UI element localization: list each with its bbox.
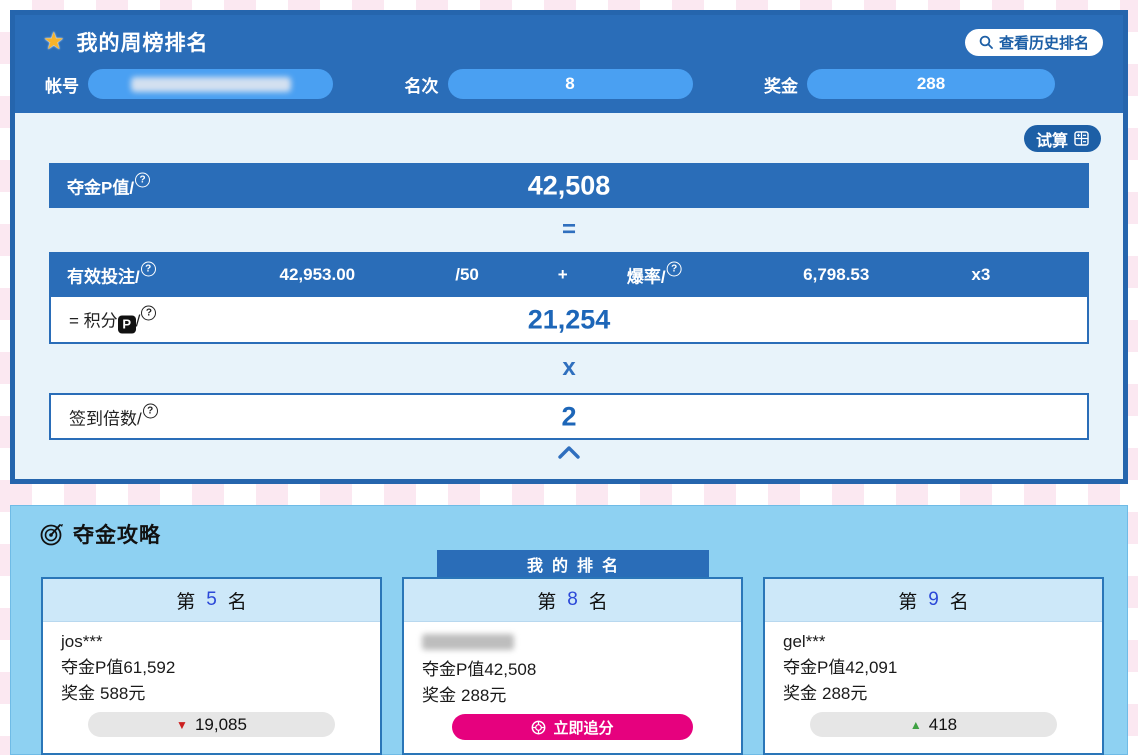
burst-multiplier: x3 [971, 265, 990, 285]
player-name-blurred [422, 634, 514, 650]
points-gap-badge: ▲ 418 [810, 712, 1057, 737]
weekly-ranking-header: ★ 我的周榜排名 查看历史排名 帐号 名次 8 [15, 15, 1123, 113]
signin-multiplier-label: 签到倍数/? [69, 404, 158, 429]
valid-bet-label: 有效投注/? [67, 262, 156, 287]
my-rank-tab: 我的排名 [437, 550, 709, 577]
rank-value-pill: 8 [448, 69, 693, 99]
rank-value: 8 [565, 74, 574, 94]
rank-card-9: 第 9 名 gel*** 夺金P值42,091 奖金288元 ▲ 418 [763, 577, 1104, 755]
view-history-ranking-label: 查看历史排名 [999, 32, 1089, 53]
prize-label: 奖金 [764, 72, 798, 97]
rank-number: 8 [567, 589, 578, 611]
account-value-pill [88, 69, 333, 99]
times-operator: x [15, 356, 1123, 380]
burst-rate-value: 6,798.53 [803, 265, 869, 285]
points-gap-value: 19,085 [195, 712, 247, 738]
calc-panel: 试算 夺金P值/? 42,508 = [15, 113, 1123, 464]
burst-rate-label: 爆率/? [627, 262, 682, 287]
player-prize-line: 奖金288元 [422, 683, 723, 709]
player-name: jos*** [61, 629, 362, 655]
search-icon [979, 35, 993, 49]
p-badge-icon: P [118, 315, 136, 333]
trial-calc-label: 试算 [1036, 127, 1068, 151]
player-prize-line: 奖金288元 [783, 681, 1084, 707]
bet-burst-row: 有效投注/? 42,953.00 /50 + 爆率/? 6,798.53 x3 [49, 252, 1089, 297]
prize-value-pill: 288 [807, 69, 1055, 99]
help-icon[interactable]: ? [135, 172, 150, 187]
help-icon[interactable]: ? [667, 261, 682, 276]
view-history-ranking-button[interactable]: 查看历史排名 [965, 29, 1103, 56]
player-p-value-line: 夺金P值42,091 [783, 655, 1084, 681]
bet-divisor: /50 [455, 265, 479, 285]
strategy-panel: 夺金攻略 第 5 名 jos*** 夺金P值61,592 奖金588元 ▼ [10, 505, 1128, 755]
account-value-blurred [131, 77, 291, 92]
strategy-title: 夺金攻略 [73, 519, 161, 549]
help-icon[interactable]: ? [141, 305, 156, 320]
plus-operator: + [558, 265, 568, 285]
weekly-ranking-panel: ★ 我的周榜排名 查看历史排名 帐号 名次 8 [10, 10, 1128, 484]
player-p-value-line: 夺金P值42,508 [422, 657, 723, 683]
rank-label: 名次 [405, 72, 439, 97]
chase-points-button[interactable]: 立即追分 [452, 714, 693, 740]
equals-operator: = [15, 218, 1123, 242]
rank-number: 9 [928, 589, 939, 611]
points-label: = 积分P/? [69, 306, 156, 333]
player-p-value-line: 夺金P值61,592 [61, 655, 362, 681]
prize-value: 288 [917, 74, 945, 94]
valid-bet-value: 42,953.00 [279, 265, 355, 285]
chase-points-label: 立即追分 [553, 717, 613, 738]
points-gap-value: 418 [929, 712, 957, 738]
calculator-icon [1074, 131, 1089, 146]
points-gap-badge: ▼ 19,085 [88, 712, 335, 737]
p-value-row: 夺金P值/? 42,508 [49, 163, 1089, 208]
star-icon: ★ [43, 30, 65, 54]
help-icon[interactable]: ? [143, 403, 158, 418]
collapse-chevron-icon[interactable] [557, 446, 581, 459]
signin-multiplier-value: 2 [561, 401, 576, 432]
player-name: gel*** [783, 629, 1084, 655]
p-value-label: 夺金P值/? [67, 173, 150, 198]
rank-card-5: 第 5 名 jos*** 夺金P值61,592 奖金588元 ▼ 19,085 [41, 577, 382, 755]
p-value: 42,508 [528, 170, 611, 201]
rank-card-8-header: 第 8 名 [404, 579, 741, 622]
dartboard-icon [39, 521, 65, 547]
rank-card-8-mine: 我的排名 第 8 名 夺金P值42,508 奖金288元 [402, 564, 743, 755]
chip-icon [531, 720, 546, 735]
signin-multiplier-row: 签到倍数/? 2 [49, 393, 1089, 440]
page-title: 我的周榜排名 [77, 27, 209, 57]
down-triangle-icon: ▼ [176, 712, 188, 738]
points-value: 21,254 [528, 304, 611, 335]
help-icon[interactable]: ? [141, 261, 156, 276]
account-label: 帐号 [45, 72, 79, 97]
rank-card-9-header: 第 9 名 [765, 579, 1102, 622]
rank-card-5-header: 第 5 名 [43, 579, 380, 622]
player-prize-line: 奖金588元 [61, 681, 362, 707]
up-triangle-icon: ▲ [910, 712, 922, 738]
rank-number: 5 [206, 589, 217, 611]
points-row: = 积分P/? 21,254 [49, 297, 1089, 344]
trial-calc-button[interactable]: 试算 [1024, 125, 1101, 152]
